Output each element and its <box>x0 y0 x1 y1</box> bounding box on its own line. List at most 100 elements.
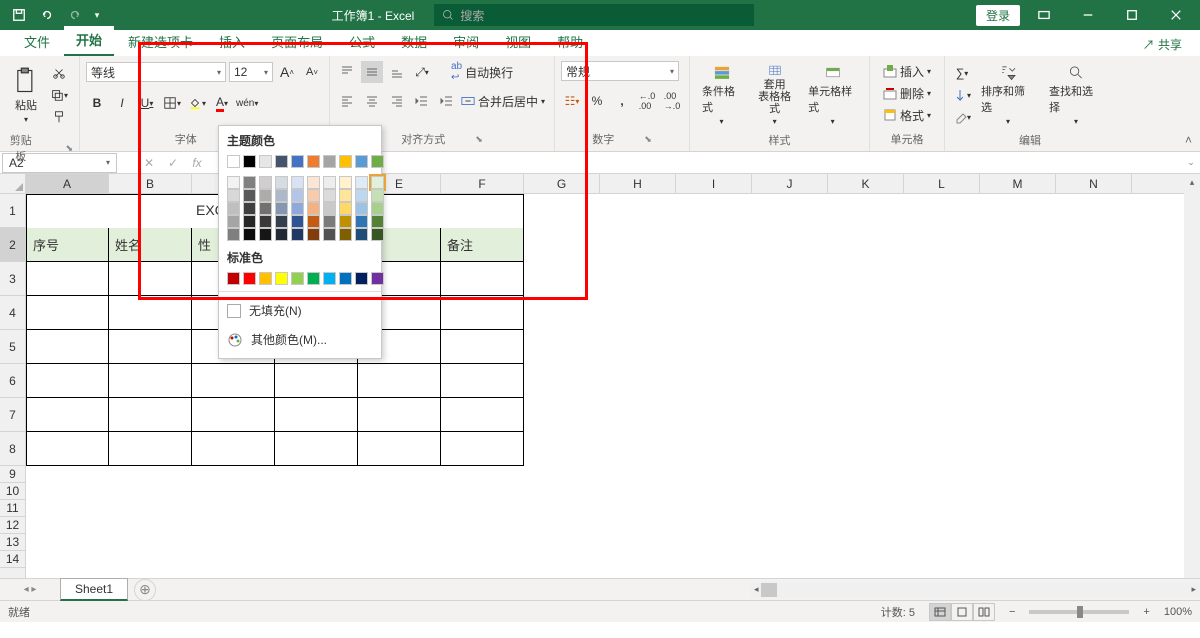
color-swatch[interactable] <box>323 215 336 228</box>
color-swatch[interactable] <box>227 272 240 285</box>
row-head-14[interactable]: 14 <box>0 551 25 568</box>
col-head-H[interactable]: H <box>600 174 676 193</box>
color-swatch[interactable] <box>291 272 304 285</box>
tab-file[interactable]: 文件 <box>12 28 62 56</box>
fill-icon[interactable]: ▾ <box>951 84 973 106</box>
col-head-J[interactable]: J <box>752 174 828 193</box>
format-cells-button[interactable]: 格式▾ <box>876 104 938 126</box>
row-head-1[interactable]: 1 <box>0 194 25 228</box>
comma-icon[interactable]: , <box>611 90 633 112</box>
color-swatch[interactable] <box>243 228 256 241</box>
zoom-in-icon[interactable]: + <box>1143 606 1149 618</box>
color-swatch[interactable] <box>355 176 368 189</box>
color-swatch[interactable] <box>323 189 336 202</box>
col-head-B[interactable]: B <box>109 174 192 193</box>
color-swatch[interactable] <box>307 272 320 285</box>
view-pagebreak-icon[interactable] <box>973 603 995 621</box>
col-head-F[interactable]: F <box>441 174 524 193</box>
color-swatch[interactable] <box>339 189 352 202</box>
cell-F6[interactable] <box>441 364 524 398</box>
select-all-triangle[interactable] <box>0 174 26 194</box>
color-swatch[interactable] <box>227 155 240 168</box>
color-swatch[interactable] <box>259 189 272 202</box>
cell-A3[interactable] <box>26 262 109 296</box>
qat-customize-icon[interactable]: ▾ <box>90 2 104 28</box>
cell-F8[interactable] <box>441 432 524 466</box>
color-swatch[interactable] <box>307 202 320 215</box>
color-swatch[interactable] <box>243 202 256 215</box>
number-format-combo[interactable]: 常规▾ <box>561 61 679 81</box>
cell-B4[interactable] <box>109 296 192 330</box>
row-head-7[interactable]: 7 <box>0 398 25 432</box>
decrease-decimal-icon[interactable]: .00→.0 <box>661 90 683 112</box>
color-swatch[interactable] <box>339 155 352 168</box>
color-swatch[interactable] <box>227 228 240 241</box>
color-swatch[interactable] <box>339 272 352 285</box>
view-normal-icon[interactable] <box>929 603 951 621</box>
color-swatch[interactable] <box>243 272 256 285</box>
close-icon[interactable] <box>1156 0 1196 30</box>
color-swatch[interactable] <box>275 189 288 202</box>
share-button[interactable]: ↗ 共享 <box>1135 33 1190 56</box>
increase-decimal-icon[interactable]: ←.0.00 <box>636 90 658 112</box>
insert-cells-button[interactable]: 插入▾ <box>876 60 938 82</box>
color-swatch[interactable] <box>275 202 288 215</box>
tab-formulas[interactable]: 公式 <box>337 28 387 56</box>
color-swatch[interactable] <box>259 272 272 285</box>
cell-B5[interactable] <box>109 330 192 364</box>
indent-increase-icon[interactable] <box>436 90 458 112</box>
sheet-nav[interactable]: ◂ ▸ <box>0 584 60 595</box>
font-name-combo[interactable]: 等线▾ <box>86 62 226 82</box>
tab-view[interactable]: 视图 <box>493 28 543 56</box>
color-swatch[interactable] <box>227 176 240 189</box>
row-head-11[interactable]: 11 <box>0 500 25 517</box>
zoom-out-icon[interactable]: − <box>1009 606 1015 618</box>
align-center-icon[interactable] <box>361 90 383 112</box>
color-swatch[interactable] <box>355 155 368 168</box>
color-swatch[interactable] <box>243 176 256 189</box>
tab-help[interactable]: 帮助 <box>545 28 595 56</box>
cut-icon[interactable] <box>48 62 70 84</box>
color-swatch[interactable] <box>291 202 304 215</box>
col-head-L[interactable]: L <box>904 174 980 193</box>
cancel-formula-icon[interactable]: ✕ <box>137 153 161 173</box>
row-head-13[interactable]: 13 <box>0 534 25 551</box>
color-swatch[interactable] <box>275 228 288 241</box>
color-swatch[interactable] <box>339 176 352 189</box>
view-pagelayout-icon[interactable] <box>951 603 973 621</box>
color-swatch[interactable] <box>355 228 368 241</box>
color-swatch[interactable] <box>307 228 320 241</box>
sheet-tab-1[interactable]: Sheet1 <box>60 578 128 601</box>
color-swatch[interactable] <box>307 189 320 202</box>
color-swatch[interactable] <box>355 215 368 228</box>
expand-formula-bar-icon[interactable]: ⌄ <box>1182 157 1200 168</box>
cell-C6[interactable] <box>192 364 275 398</box>
horizontal-scrollbar[interactable]: ◂ ▸ <box>750 582 1200 598</box>
conditional-format-button[interactable]: 条件格式▾ <box>696 60 747 130</box>
ribbon-display-icon[interactable] <box>1024 0 1064 30</box>
color-swatch[interactable] <box>291 176 304 189</box>
align-dialog-icon[interactable]: ⬊ <box>475 134 483 145</box>
cell-B7[interactable] <box>109 398 192 432</box>
color-swatch[interactable] <box>323 176 336 189</box>
color-swatch[interactable] <box>259 202 272 215</box>
row-head-9[interactable]: 9 <box>0 466 25 483</box>
cell-A4[interactable] <box>26 296 109 330</box>
autosum-icon[interactable]: ∑▾ <box>951 62 973 84</box>
cell-B2[interactable]: 姓名 <box>109 228 192 262</box>
cell-C7[interactable] <box>192 398 275 432</box>
cell-D8[interactable] <box>275 432 358 466</box>
border-button[interactable]: ▾ <box>161 92 183 114</box>
color-swatch[interactable] <box>371 189 384 202</box>
cell-B8[interactable] <box>109 432 192 466</box>
zoom-level[interactable]: 100% <box>1164 606 1192 618</box>
no-fill-option[interactable]: 无填充(N) <box>219 296 381 325</box>
clipboard-dialog-icon[interactable]: ⬊ <box>65 143 73 154</box>
color-swatch[interactable] <box>243 215 256 228</box>
color-swatch[interactable] <box>307 155 320 168</box>
delete-cells-button[interactable]: 删除▾ <box>876 82 938 104</box>
color-swatch[interactable] <box>323 155 336 168</box>
font-color-button[interactable]: A ▾ <box>211 92 233 114</box>
row-head-5[interactable]: 5 <box>0 330 25 364</box>
color-swatch[interactable] <box>227 189 240 202</box>
